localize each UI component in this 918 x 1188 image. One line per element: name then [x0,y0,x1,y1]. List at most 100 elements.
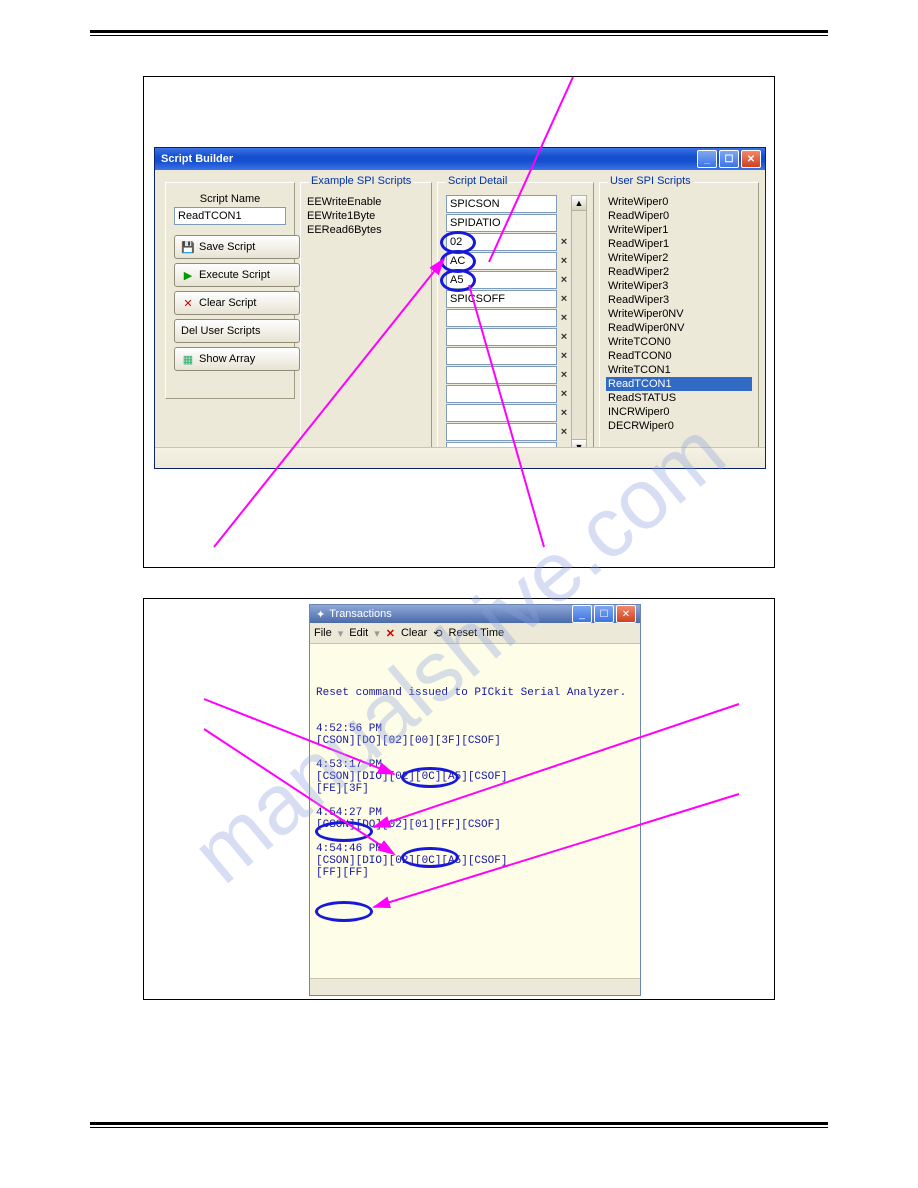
user-list-item[interactable]: ReadWiper0 [606,209,752,223]
clear-script-button[interactable]: ✕ Clear Script [174,291,300,315]
user-list-item[interactable]: ReadWiper2 [606,265,752,279]
user-list-item[interactable]: ReadWiper0NV [606,321,752,335]
user-list-item[interactable]: ReadWiper1 [606,237,752,251]
script-detail-input[interactable] [446,328,557,346]
script-name-label: Script Name [174,193,286,205]
row-clear-icon[interactable]: × [557,426,571,438]
user-list-item[interactable]: WriteWiper0NV [606,307,752,321]
script-detail-row: × [446,404,571,422]
minimize-button[interactable]: _ [697,150,717,168]
script-detail-row: × [446,309,571,327]
menu-clear[interactable]: Clear [401,627,427,639]
user-list-item[interactable]: ReadWiper3 [606,293,752,307]
script-detail-row: × [446,366,571,384]
annotation-oval-fe3f [315,821,373,842]
user-list-item[interactable]: INCRWiper0 [606,405,752,419]
del-label: Del User Scripts [181,325,260,337]
maximize-button[interactable]: ☐ [594,605,614,623]
trans-statusbar [310,978,640,995]
row-clear-icon[interactable]: × [557,236,571,248]
example-list[interactable]: EEWriteEnable EEWrite1Byte EERead6Bytes [307,195,425,457]
trans-titlebar: ✦ Transactions _ ☐ ✕ [310,605,640,623]
close-button[interactable]: ✕ [741,150,761,168]
figure-1: Script Builder _ ☐ ✕ Script Name 💾 Save … [143,76,775,568]
user-list-item[interactable]: WriteWiper3 [606,279,752,293]
annotation-oval-a5 [440,269,476,292]
script-detail-input[interactable] [446,404,557,422]
menu-file[interactable]: File [314,627,332,639]
script-detail-input[interactable] [446,366,557,384]
user-list-item[interactable]: ReadTCON1 [606,377,752,391]
menu-edit[interactable]: Edit [349,627,368,639]
clear-label: Clear Script [199,297,256,309]
close-button[interactable]: ✕ [616,605,636,623]
maximize-button[interactable]: ☐ [719,150,739,168]
row-clear-icon[interactable]: × [557,331,571,343]
user-list-item[interactable]: WriteWiper1 [606,223,752,237]
clear-x-icon: ✕ [386,627,395,640]
scrollbar[interactable]: ▲ ▼ [571,195,587,455]
row-clear-icon[interactable]: × [557,369,571,381]
execute-script-button[interactable]: ▶ Execute Script [174,263,300,287]
example-item[interactable]: EERead6Bytes [307,223,425,237]
user-list-item[interactable]: DECRWiper0 [606,419,752,433]
script-detail-row: SPICSON [446,195,571,213]
script-detail-row: × [446,385,571,403]
footer-rule [90,1122,828,1128]
clear-icon: ✕ [181,297,195,310]
script-detail-input[interactable]: SPICSOFF [446,290,557,308]
example-item[interactable]: EEWrite1Byte [307,209,425,223]
script-detail-input[interactable] [446,385,557,403]
script-detail-input[interactable]: SPICSON [446,195,557,213]
menu-reset[interactable]: Reset Time [449,627,505,639]
user-list[interactable]: WriteWiper0ReadWiper0WriteWiper1ReadWipe… [606,195,752,457]
script-detail-input[interactable] [446,423,557,441]
row-clear-icon[interactable]: × [557,388,571,400]
row-clear-icon[interactable]: × [557,255,571,267]
row-clear-icon[interactable]: × [557,407,571,419]
script-detail-row: SPIDATIO [446,214,571,232]
window-title: Script Builder [161,153,233,165]
script-builder-window: Script Builder _ ☐ ✕ Script Name 💾 Save … [154,147,766,469]
table-icon: ▦ [181,353,195,366]
execute-label: Execute Script [199,269,270,281]
save-script-button[interactable]: 💾 Save Script [174,235,300,259]
statusbar [155,447,765,468]
play-icon: ▶ [181,269,195,282]
user-list-item[interactable]: WriteTCON1 [606,363,752,377]
minimize-button[interactable]: _ [572,605,592,623]
script-detail-row: × [446,423,571,441]
row-clear-icon[interactable]: × [557,350,571,362]
figure-2: ✦ Transactions _ ☐ ✕ File▾ Edit▾ ✕ Clear… [143,598,775,1000]
show-array-button[interactable]: ▦ Show Array [174,347,300,371]
script-detail-input[interactable] [446,347,557,365]
header-rule [90,30,828,36]
menubar: File▾ Edit▾ ✕ Clear ⟲ Reset Time [310,623,640,644]
app-icon: ✦ [316,608,325,621]
row-clear-icon[interactable]: × [557,274,571,286]
legend-user: User SPI Scripts [608,175,693,187]
panel-actions: Script Name 💾 Save Script ▶ Execute Scri… [165,182,295,399]
user-list-item[interactable]: WriteWiper0 [606,195,752,209]
panel-script-detail: Script Detail SPICSONSPIDATIO02×AC×A5×SP… [437,182,594,464]
panel-example-scripts: Example SPI Scripts EEWriteEnable EEWrit… [300,182,432,464]
save-icon: 💾 [181,241,195,254]
user-list-item[interactable]: ReadSTATUS [606,391,752,405]
example-item[interactable]: EEWriteEnable [307,195,425,209]
user-list-item[interactable]: ReadTCON0 [606,349,752,363]
legend-example: Example SPI Scripts [309,175,413,187]
script-detail-input[interactable] [446,309,557,327]
row-clear-icon[interactable]: × [557,312,571,324]
panel-user-scripts: User SPI Scripts WriteWiper0ReadWiper0Wr… [599,182,759,464]
row-clear-icon[interactable]: × [557,293,571,305]
transactions-content: Reset command issued to PICkit Serial An… [310,645,640,977]
user-list-item[interactable]: WriteTCON0 [606,335,752,349]
user-list-item[interactable]: WriteWiper2 [606,251,752,265]
annotation-oval-ffff [315,901,373,922]
script-detail-input[interactable]: SPIDATIO [446,214,557,232]
script-detail-row: SPICSOFF× [446,290,571,308]
del-user-scripts-button[interactable]: Del User Scripts [174,319,300,343]
titlebar: Script Builder _ ☐ ✕ [155,148,765,170]
script-name-input[interactable] [174,207,286,225]
scroll-up-icon[interactable]: ▲ [572,196,586,211]
